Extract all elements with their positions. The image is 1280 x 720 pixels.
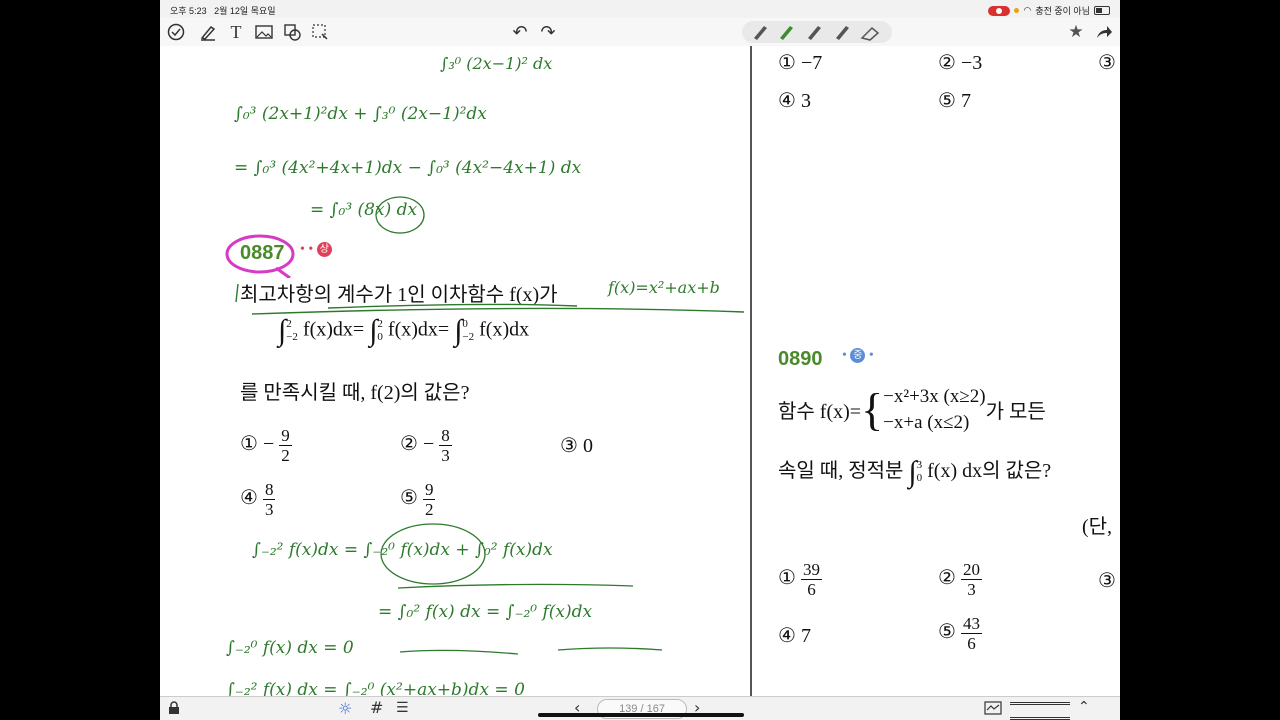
difficulty-label-0890: 중 <box>850 348 866 364</box>
charging-status: 충전 중이 아님 <box>1035 6 1090 16</box>
scroll-track[interactable] <box>1010 702 1070 720</box>
left-page: ∫₃⁰ (2x−1)² dx ∫₀³ (2x+1)²dx + ∫₃⁰ (2x−1… <box>160 46 750 696</box>
choice-0890-3[interactable]: ③ <box>1098 568 1116 593</box>
wifi-icon: ◠ <box>1023 5 1032 15</box>
handwriting-work-3: ∫₋₂⁰ f(x) dx = 0 <box>226 638 354 658</box>
ipad-screen: 오후 5:23 2월 12일 목요일 ◠ 충전 중이 아님 T ↶ ↷ ★ ∫₃… <box>160 0 1120 720</box>
difficulty-badge: • • 상 <box>300 242 332 258</box>
equation-part-b: f(x)dx= <box>387 318 450 341</box>
handwriting-circle <box>375 196 425 234</box>
eraser-icon[interactable] <box>860 26 880 41</box>
handwriting-work-underline <box>399 647 663 655</box>
prev-choice-4[interactable]: ④ 3 <box>778 88 811 113</box>
status-date: 2월 12일 목요일 <box>214 6 276 16</box>
list-icon[interactable]: ☰ <box>396 700 409 716</box>
handwriting-top-1: ∫₃⁰ (2x−1)² dx <box>440 54 553 73</box>
difficulty-badge-0890: • 중 • <box>842 348 874 364</box>
choice-1[interactable]: ① − 92 <box>240 426 292 465</box>
problem-statement-2: 를 만족시킬 때, f(2)의 값은? <box>240 382 470 404</box>
lasso-icon[interactable] <box>310 22 330 42</box>
status-time: 오후 5:23 <box>170 6 207 16</box>
handwriting-work-2: = ∫₀² f(x) dx = ∫₋₂⁰ f(x)dx <box>378 602 593 622</box>
handwriting-work-4: ∫₋₂² f(x) dx = ∫₋₂⁰ (x²+ax+b)dx = 0 <box>226 680 525 696</box>
pen-tray <box>742 21 892 43</box>
lock-icon[interactable] <box>168 701 180 720</box>
choice-5[interactable]: ⑤ 92 <box>400 480 436 519</box>
app-toolbar: T ↶ ↷ ★ <box>160 18 1120 47</box>
choice-0890-2[interactable]: ② 20 3 <box>938 560 982 599</box>
prev-choice-2[interactable]: ② −3 <box>938 50 982 75</box>
pen-icon[interactable] <box>198 22 218 42</box>
problem-number-0890: 0890 <box>778 348 823 370</box>
battery-icon <box>1094 6 1110 15</box>
problem-statement-0890: 속일 때, 정적분 ∫ 3 0 f(x) dx의 값은? <box>778 455 1052 489</box>
prev-choice-3[interactable]: ③ <box>1098 50 1116 75</box>
redo-icon[interactable]: ↷ <box>538 22 558 43</box>
equation-part-a: f(x)dx= <box>302 318 365 341</box>
shapes-icon[interactable] <box>282 22 302 42</box>
prev-choice-1[interactable]: ① −7 <box>778 50 822 75</box>
choice-2[interactable]: ② − 83 <box>400 426 452 465</box>
star-icon[interactable]: ★ <box>1066 22 1086 42</box>
image-icon[interactable] <box>254 22 274 42</box>
brightness-icon[interactable]: ☼ <box>338 699 352 718</box>
choice-3[interactable]: ③ 0 <box>560 433 593 458</box>
screen-recording-icon[interactable] <box>988 5 1011 16</box>
mic-indicator-icon <box>1014 8 1020 13</box>
waveform-icon[interactable] <box>984 701 1002 720</box>
status-bar: 오후 5:23 2월 12일 목요일 ◠ 충전 중이 아님 <box>160 0 1120 18</box>
difficulty-label: 상 <box>316 242 332 258</box>
bottom-bar: ☼ # ☰ ‹ 139 / 167 › ⌃ <box>160 696 1120 720</box>
prev-choice-5[interactable]: ⑤ 7 <box>938 88 971 113</box>
problem-number: 0887 <box>240 242 285 264</box>
handwriting-top-3: = ∫₀³ (4x²+4x+1)dx − ∫₀³ (4x²−4x+1) dx <box>234 158 582 178</box>
choice-0890-5[interactable]: ⑤ 43 6 <box>938 614 982 653</box>
share-icon[interactable] <box>1094 22 1114 42</box>
home-indicator <box>538 713 744 717</box>
highlighter-icon[interactable] <box>836 26 849 40</box>
text-icon[interactable]: T <box>226 22 246 42</box>
marker-icon[interactable] <box>808 26 821 40</box>
choice-4[interactable]: ④ 83 <box>240 480 276 519</box>
choice-0890-4[interactable]: ④ 7 <box>778 623 811 648</box>
function-definition: 함수 f(x)={−x²+3x (x≥2) −x+a (x≤2) 가 모든 <box>778 384 1046 435</box>
undo-icon[interactable]: ↶ <box>510 22 530 43</box>
condition-note: (단, <box>1082 516 1113 538</box>
grid-icon[interactable]: # <box>370 698 383 717</box>
handwriting-top-2: ∫₀³ (2x+1)²dx + ∫₃⁰ (2x−1)²dx <box>234 104 487 124</box>
pencil-icon[interactable] <box>754 26 767 40</box>
check-circle-icon[interactable] <box>166 22 186 42</box>
collapse-icon[interactable]: ⌃ <box>1078 699 1090 715</box>
equation-part-c: f(x)dx <box>479 318 530 341</box>
choice-0890-1[interactable]: ① 39 6 <box>778 560 822 599</box>
right-page: ① −7 ② −3 ③ ④ 3 ⑤ 7 0890 • 중 • 함수 f(x)={… <box>752 46 1120 696</box>
condition-equation: ∫ 2 −2 f(x)dx= ∫ 2 0 f(x)dx= ∫ 0 −2 f(x)dx <box>278 314 530 347</box>
green-marker-icon[interactable] <box>780 26 793 40</box>
